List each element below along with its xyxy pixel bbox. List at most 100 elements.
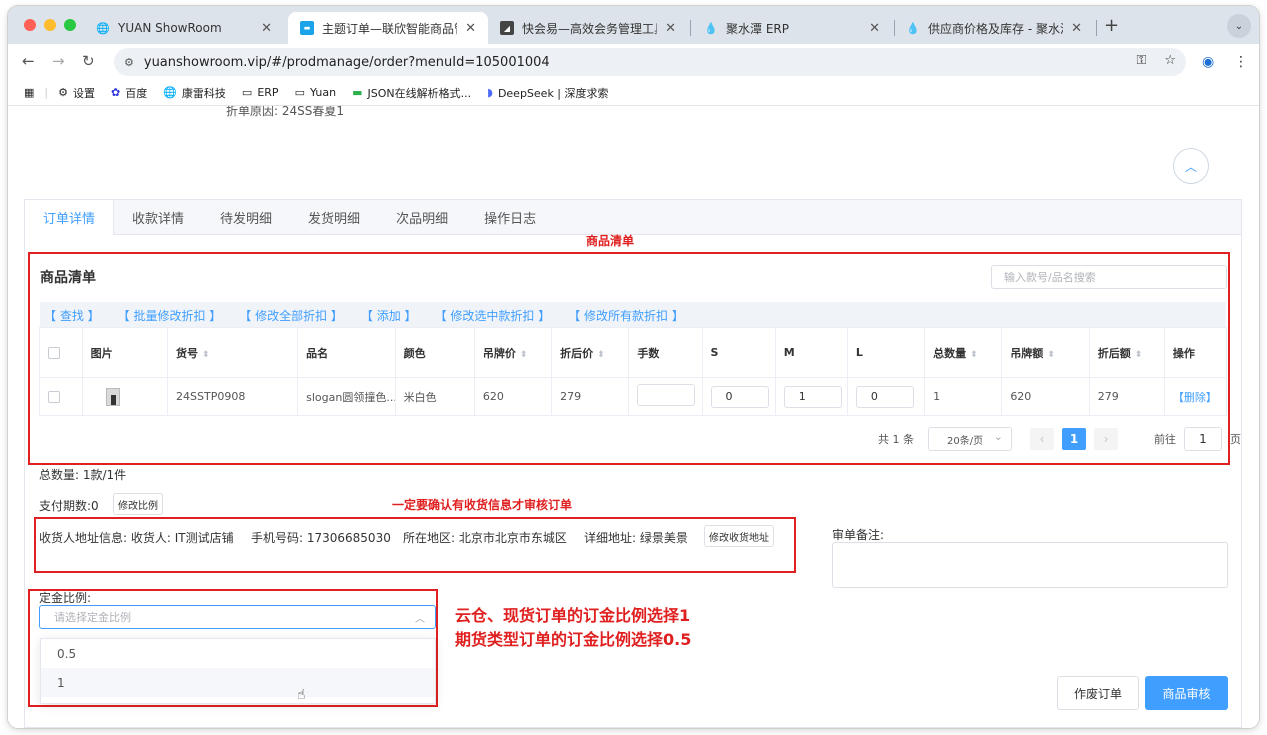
browser-tab-3[interactable]: ◢ 快会易—高效会务管理工具 ✕: [488, 12, 688, 44]
annotation-deposit-1: 云仓、现货订单的订金比例选择1: [455, 606, 691, 625]
col-size-l: L: [846, 327, 926, 378]
find-button[interactable]: 【 查找 】: [44, 307, 100, 324]
deposit-option-0-5[interactable]: 0.5: [41, 639, 435, 668]
drop-icon: 💧: [704, 21, 718, 35]
close-tab-icon[interactable]: ✕: [465, 21, 476, 36]
pagination: 共 1 条 20条/页 ‹ 1 › 前往 1 页: [878, 427, 1241, 451]
folder-icon: ▭: [241, 86, 253, 99]
col-total[interactable]: 总数量 ⬍: [924, 327, 1003, 378]
row-disc-price: 279: [551, 377, 630, 416]
row-disc-amount: 279: [1088, 377, 1165, 416]
add-button[interactable]: 【 添加 】: [361, 307, 417, 324]
browser-menu-icon[interactable]: ⋮: [1234, 54, 1248, 70]
bookmark-kanglei[interactable]: 🌐 康雷科技: [163, 85, 226, 101]
edit-address-button[interactable]: 修改收货地址: [704, 525, 774, 547]
remark-textarea[interactable]: [832, 542, 1228, 588]
tab-defect-detail[interactable]: 次品明细: [378, 200, 466, 235]
void-order-button[interactable]: 作废订单: [1057, 676, 1139, 710]
close-window-button[interactable]: [24, 19, 36, 31]
bookmark-divider: |: [44, 86, 49, 99]
delete-row-button[interactable]: 【删除】: [1173, 391, 1217, 404]
tab-payment-detail[interactable]: 收款详情: [114, 200, 202, 235]
close-tab-icon[interactable]: ✕: [869, 21, 880, 36]
selected-discount-button[interactable]: 【 修改选中款折扣 】: [435, 307, 551, 324]
tab-search-icon[interactable]: ⌄: [1227, 14, 1251, 38]
close-tab-icon[interactable]: ✕: [261, 21, 272, 36]
receiver-detail: 详细地址: 绿景美景: [584, 531, 688, 545]
product-search-input[interactable]: 输入款号/品名搜索: [991, 265, 1227, 289]
receiver-phone: 手机号码: 17306685030: [251, 531, 391, 545]
size-s-input[interactable]: 0: [710, 385, 769, 408]
hands-input[interactable]: [637, 384, 696, 406]
sort-icon[interactable]: ⬍: [970, 350, 978, 360]
close-tab-icon[interactable]: ✕: [1071, 21, 1082, 36]
tab-order-detail[interactable]: 订单详情: [25, 200, 115, 235]
next-page-button[interactable]: ›: [1094, 428, 1118, 450]
back-to-top-button[interactable]: ︿: [1173, 148, 1209, 184]
edit-ratio-button[interactable]: 修改比例: [113, 493, 163, 515]
close-tab-icon[interactable]: ✕: [665, 21, 676, 36]
browser-tab-5[interactable]: 💧 供应商价格及库存 - 聚水潭ERP ✕: [894, 12, 1094, 44]
batch-discount-button[interactable]: 【 批量修改折扣 】: [118, 307, 222, 324]
row-checkbox[interactable]: [48, 391, 60, 403]
browser-toolbar: ← → ↻ ⚙ yuanshowroom.vip/#/prodmanage/or…: [8, 44, 1259, 80]
bookmark-baidu[interactable]: ✿ 百度: [111, 85, 147, 101]
row-op-cell: 【删除】: [1163, 377, 1228, 416]
bookmark-settings[interactable]: ⚙ 设置: [58, 85, 95, 101]
sort-icon[interactable]: ⬍: [1047, 350, 1055, 360]
site-info-icon[interactable]: ⚙: [124, 56, 134, 69]
sort-icon[interactable]: ⬍: [202, 350, 210, 360]
all-discount-button[interactable]: 【 修改全部折扣 】: [239, 307, 343, 324]
col-sku[interactable]: 货号 ⬍: [167, 327, 299, 378]
profile-icon[interactable]: ◉: [1202, 54, 1214, 70]
sort-icon[interactable]: ⬍: [520, 350, 528, 360]
bookmark-yuan[interactable]: ▭ Yuan: [295, 86, 337, 99]
sort-icon[interactable]: ⬍: [597, 350, 605, 360]
col-tag-amount[interactable]: 吊牌额 ⬍: [1001, 327, 1090, 378]
tab-operation-log[interactable]: 操作日志: [466, 200, 554, 235]
deposit-ratio-select[interactable]: 请选择定金比例 ︿: [39, 605, 436, 629]
page-size-select[interactable]: 20条/页: [928, 427, 1012, 451]
forward-icon[interactable]: →: [52, 52, 65, 70]
deposit-option-1[interactable]: 1: [41, 668, 435, 697]
size-l-input[interactable]: 0: [855, 385, 914, 408]
new-tab-icon[interactable]: +: [1104, 15, 1119, 36]
tab-shipping-detail[interactable]: 发货明细: [290, 200, 378, 235]
browser-tab-1[interactable]: 🌐 YUAN ShowRoom ✕: [84, 12, 284, 44]
col-tag-price[interactable]: 吊牌价 ⬍: [473, 327, 553, 378]
omnibox-tools: ⚿ ☆: [1136, 53, 1176, 68]
order-tabs: 订单详情 收款详情 待发明细 发货明细 次品明细 操作日志: [24, 199, 1242, 235]
sort-icon[interactable]: ⬍: [1135, 350, 1143, 360]
annotation-confirm-address: 一定要确认有收货信息才审核订单: [392, 498, 573, 512]
product-thumbnail[interactable]: [105, 387, 120, 406]
bookmark-deepseek[interactable]: ◗ DeepSeek | 深度求索: [487, 85, 608, 101]
browser-tab-4[interactable]: 💧 聚水潭 ERP ✕: [692, 12, 892, 44]
col-disc-price[interactable]: 折后价 ⬍: [551, 327, 630, 378]
page-1-button[interactable]: 1: [1062, 428, 1086, 450]
goto-page-input[interactable]: 1: [1184, 427, 1222, 451]
deposit-label: 定金比例:: [39, 591, 92, 605]
size-m-input[interactable]: 1: [783, 385, 842, 408]
bookmark-erp[interactable]: ▭ ERP: [242, 86, 279, 99]
apps-grid-icon[interactable]: ▦: [24, 86, 34, 99]
tab-pending-detail[interactable]: 待发明细: [202, 200, 290, 235]
audit-button[interactable]: 商品审核: [1145, 676, 1228, 710]
back-icon[interactable]: ←: [22, 52, 35, 70]
prev-page-button[interactable]: ‹: [1030, 428, 1054, 450]
bookmark-star-icon[interactable]: ☆: [1164, 53, 1176, 68]
col-disc-amount[interactable]: 折后额 ⬍: [1088, 327, 1165, 378]
reload-icon[interactable]: ↻: [82, 52, 95, 70]
col-hands: 手数: [628, 327, 703, 378]
select-all-checkbox[interactable]: [48, 347, 60, 359]
bookmark-json[interactable]: ▬ JSON在线解析格式...: [352, 85, 471, 101]
address-bar[interactable]: ⚙ yuanshowroom.vip/#/prodmanage/order?me…: [114, 48, 1186, 76]
chevron-up-icon: ︿: [415, 614, 425, 625]
site-icon: ▬: [300, 21, 314, 35]
goto-page: 前往 1 页: [1154, 427, 1241, 451]
row-tag-amount: 620: [1001, 377, 1090, 416]
every-style-discount-button[interactable]: 【 修改所有款折扣 】: [568, 307, 684, 324]
zoom-window-button[interactable]: [64, 19, 76, 31]
browser-tab-2[interactable]: ▬ 主题订单—联欣智能商品管理系统 ✕: [288, 12, 488, 44]
password-key-icon[interactable]: ⚿: [1136, 53, 1146, 68]
minimize-window-button[interactable]: [44, 19, 56, 31]
